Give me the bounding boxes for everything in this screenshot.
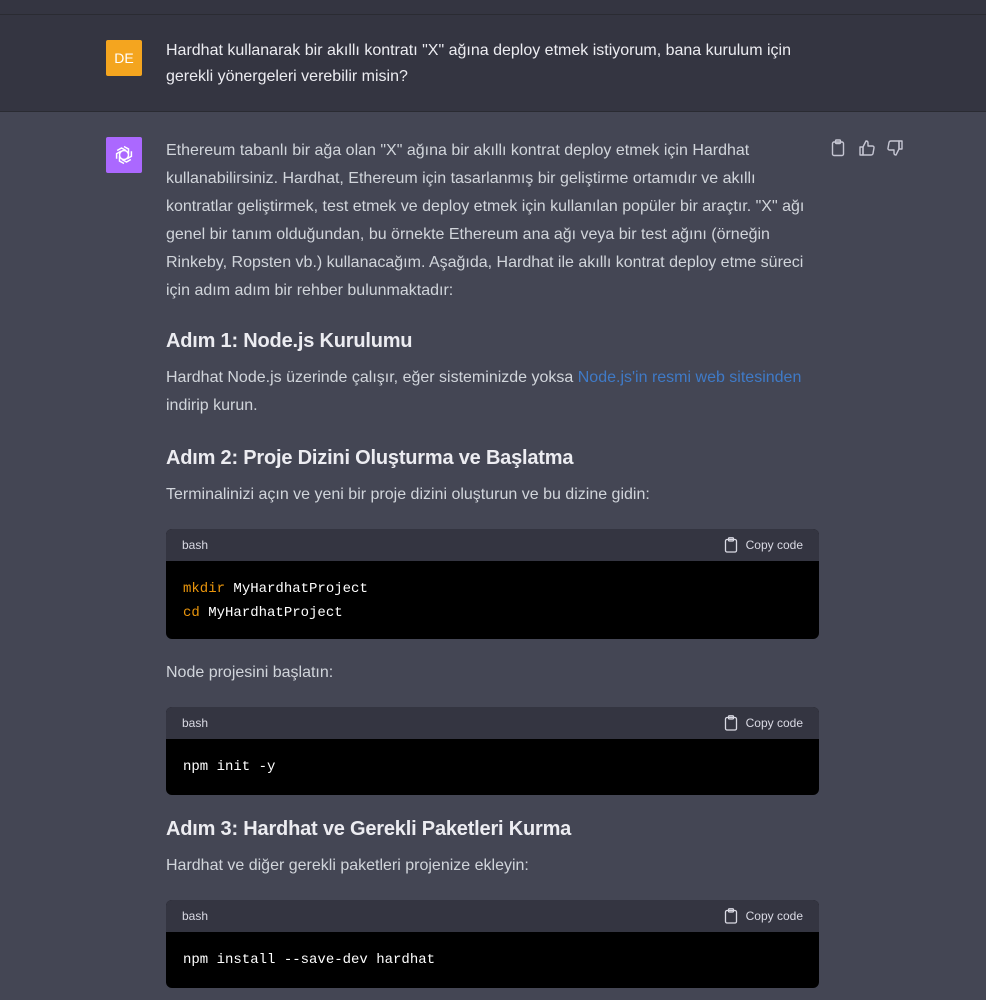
code-language: bash	[182, 909, 209, 923]
code-content: npm install --save-dev hardhat	[183, 952, 436, 968]
step2-paragraph-1: Terminalinizi açın ve yeni bir proje diz…	[166, 486, 650, 503]
clipboard-icon	[724, 715, 737, 731]
copy-code-label: Copy code	[745, 909, 803, 923]
assistant-message-row: Ethereum tabanlı bir ağa olan "X" ağına …	[0, 112, 986, 1000]
step1-text-after: indirip kurun.	[166, 397, 258, 414]
code-language: bash	[182, 716, 209, 730]
step1-paragraph: Hardhat Node.js üzerinde çalışır, eğer s…	[166, 364, 819, 420]
code-header: bash Copy code	[166, 707, 819, 739]
code-language: bash	[182, 538, 209, 552]
user-message-row: DE Hardhat kullanarak bir akıllı kontrat…	[0, 15, 986, 112]
assistant-message-content: Ethereum tabanlı bir ağa olan "X" ağına …	[166, 137, 819, 988]
copy-code-button[interactable]: Copy code	[724, 908, 803, 924]
thumbs-down-icon[interactable]	[886, 139, 904, 157]
code-keyword: cd	[183, 605, 200, 621]
thumbs-up-icon[interactable]	[858, 139, 876, 157]
step3-heading: Adım 3: Hardhat ve Gerekli Paketleri Kur…	[166, 818, 572, 840]
step2-paragraph-2: Node projesini başlatın:	[166, 664, 334, 681]
user-message-text: Hardhat kullanarak bir akıllı kontratı "…	[166, 42, 791, 85]
top-strip	[0, 0, 986, 15]
copy-code-label: Copy code	[745, 538, 803, 552]
nodejs-website-link[interactable]: Node.js'in resmi web sitesinden	[578, 369, 802, 386]
clipboard-icon	[724, 908, 737, 924]
step2-heading: Adım 2: Proje Dizini Oluşturma ve Başlat…	[166, 447, 574, 469]
code-content: mkdir MyHardhatProject cd MyHardhatProje…	[166, 561, 819, 639]
copy-code-button[interactable]: Copy code	[724, 537, 803, 553]
code-argument: MyHardhatProject	[199, 605, 343, 621]
code-header: bash Copy code	[166, 900, 819, 932]
user-avatar: DE	[106, 40, 142, 76]
code-block: bash Copy code npm init -y	[166, 707, 819, 795]
step1-text-before: Hardhat Node.js üzerinde çalışır, eğer s…	[166, 369, 578, 386]
code-block: bash Copy code mkdir MyHardhatProject cd…	[166, 529, 819, 639]
code-block: bash Copy code npm install --save-dev ha…	[166, 900, 819, 988]
code-content: npm init -y	[183, 759, 276, 775]
code-header: bash Copy code	[166, 529, 819, 561]
intro-paragraph: Ethereum tabanlı bir ağa olan "X" ağına …	[166, 142, 805, 299]
copy-code-label: Copy code	[745, 716, 803, 730]
clipboard-icon	[724, 537, 737, 553]
step3-paragraph-1: Hardhat ve diğer gerekli paketleri proje…	[166, 857, 529, 874]
code-argument: MyHardhatProject	[225, 581, 368, 597]
copy-code-button[interactable]: Copy code	[724, 715, 803, 731]
openai-logo-icon	[106, 137, 142, 173]
clipboard-icon[interactable]	[830, 139, 848, 157]
message-actions	[830, 139, 904, 157]
step1-heading: Adım 1: Node.js Kurulumu	[166, 330, 413, 352]
code-keyword: mkdir	[183, 581, 226, 597]
